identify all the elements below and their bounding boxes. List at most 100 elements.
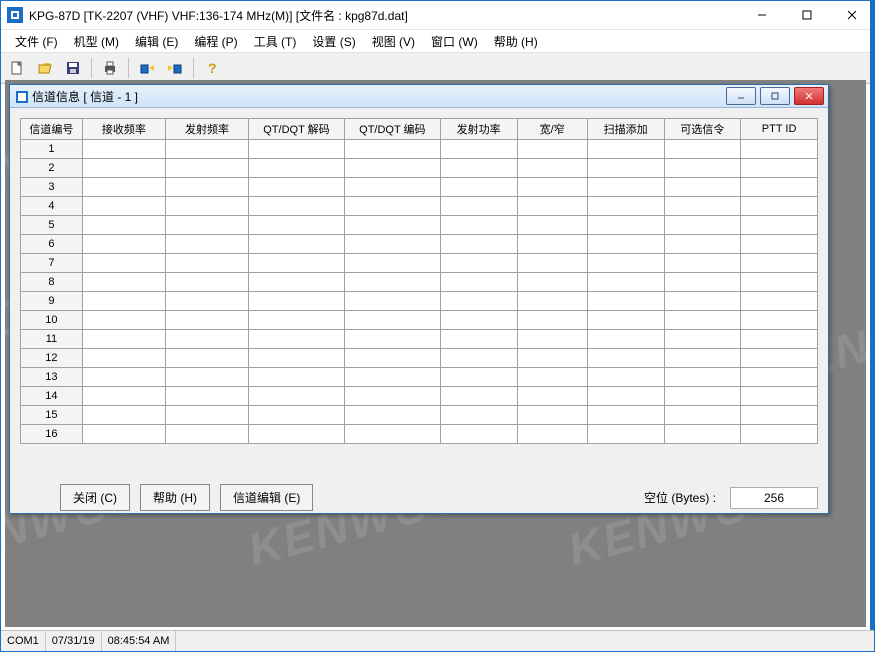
data-cell[interactable]: [249, 159, 345, 178]
data-cell[interactable]: [587, 292, 664, 311]
data-cell[interactable]: [587, 368, 664, 387]
data-cell[interactable]: [82, 425, 165, 444]
data-cell[interactable]: [249, 349, 345, 368]
data-cell[interactable]: [741, 254, 818, 273]
data-cell[interactable]: [165, 425, 248, 444]
table-row[interactable]: 14: [21, 387, 818, 406]
data-cell[interactable]: [82, 330, 165, 349]
data-cell[interactable]: [440, 140, 517, 159]
data-cell[interactable]: [165, 273, 248, 292]
data-cell[interactable]: [741, 140, 818, 159]
data-cell[interactable]: [664, 425, 741, 444]
menu-item[interactable]: 文件 (F): [7, 31, 66, 52]
data-cell[interactable]: [249, 254, 345, 273]
data-cell[interactable]: [664, 178, 741, 197]
data-cell[interactable]: [587, 425, 664, 444]
row-number-cell[interactable]: 14: [21, 387, 83, 406]
table-row[interactable]: 5: [21, 216, 818, 235]
data-cell[interactable]: [517, 197, 587, 216]
menu-item[interactable]: 工具 (T): [246, 31, 305, 52]
row-number-cell[interactable]: 7: [21, 254, 83, 273]
data-cell[interactable]: [741, 311, 818, 330]
row-number-cell[interactable]: 10: [21, 311, 83, 330]
data-cell[interactable]: [82, 216, 165, 235]
data-cell[interactable]: [165, 406, 248, 425]
data-cell[interactable]: [664, 197, 741, 216]
help-button[interactable]: 帮助 (H): [140, 484, 210, 511]
data-cell[interactable]: [587, 159, 664, 178]
data-cell[interactable]: [440, 254, 517, 273]
menu-item[interactable]: 机型 (M): [66, 31, 127, 52]
menu-item[interactable]: 设置 (S): [304, 31, 363, 52]
column-header[interactable]: QT/DQT 解码: [249, 119, 345, 140]
data-cell[interactable]: [664, 273, 741, 292]
data-cell[interactable]: [587, 216, 664, 235]
menu-item[interactable]: 帮助 (H): [486, 31, 546, 52]
data-cell[interactable]: [344, 368, 440, 387]
table-row[interactable]: 15: [21, 406, 818, 425]
row-number-cell[interactable]: 12: [21, 349, 83, 368]
row-number-cell[interactable]: 4: [21, 197, 83, 216]
data-cell[interactable]: [741, 368, 818, 387]
column-header[interactable]: 可选信令: [664, 119, 741, 140]
data-cell[interactable]: [82, 159, 165, 178]
data-cell[interactable]: [344, 387, 440, 406]
data-cell[interactable]: [517, 311, 587, 330]
data-cell[interactable]: [165, 140, 248, 159]
data-cell[interactable]: [517, 235, 587, 254]
radio-write-icon[interactable]: [163, 56, 187, 80]
data-cell[interactable]: [517, 216, 587, 235]
column-header[interactable]: 接收频率: [82, 119, 165, 140]
data-cell[interactable]: [249, 216, 345, 235]
row-number-cell[interactable]: 1: [21, 140, 83, 159]
data-cell[interactable]: [82, 387, 165, 406]
column-header[interactable]: 发射功率: [440, 119, 517, 140]
data-cell[interactable]: [344, 406, 440, 425]
data-cell[interactable]: [165, 178, 248, 197]
print-icon[interactable]: [98, 56, 122, 80]
table-row[interactable]: 4: [21, 197, 818, 216]
data-cell[interactable]: [741, 425, 818, 444]
close-button[interactable]: 关闭 (C): [60, 484, 130, 511]
data-cell[interactable]: [741, 292, 818, 311]
data-cell[interactable]: [249, 330, 345, 349]
data-cell[interactable]: [664, 216, 741, 235]
row-number-cell[interactable]: 11: [21, 330, 83, 349]
table-row[interactable]: 16: [21, 425, 818, 444]
data-cell[interactable]: [741, 330, 818, 349]
data-cell[interactable]: [344, 235, 440, 254]
data-cell[interactable]: [741, 178, 818, 197]
data-cell[interactable]: [440, 273, 517, 292]
data-cell[interactable]: [82, 197, 165, 216]
save-file-icon[interactable]: [61, 56, 85, 80]
data-cell[interactable]: [517, 406, 587, 425]
menu-item[interactable]: 编程 (P): [186, 31, 245, 52]
data-cell[interactable]: [249, 235, 345, 254]
table-row[interactable]: 2: [21, 159, 818, 178]
child-close-button[interactable]: [794, 87, 824, 105]
menu-item[interactable]: 视图 (V): [364, 31, 423, 52]
data-cell[interactable]: [664, 349, 741, 368]
child-maximize-button[interactable]: [760, 87, 790, 105]
data-cell[interactable]: [741, 216, 818, 235]
close-button[interactable]: [829, 1, 874, 29]
data-cell[interactable]: [664, 292, 741, 311]
minimize-button[interactable]: [739, 1, 784, 29]
data-cell[interactable]: [587, 406, 664, 425]
data-cell[interactable]: [82, 235, 165, 254]
data-cell[interactable]: [517, 273, 587, 292]
data-cell[interactable]: [249, 273, 345, 292]
table-row[interactable]: 7: [21, 254, 818, 273]
column-header[interactable]: QT/DQT 编码: [344, 119, 440, 140]
table-row[interactable]: 11: [21, 330, 818, 349]
data-cell[interactable]: [440, 330, 517, 349]
column-header[interactable]: 宽/窄: [517, 119, 587, 140]
data-cell[interactable]: [664, 159, 741, 178]
data-cell[interactable]: [249, 387, 345, 406]
data-cell[interactable]: [440, 159, 517, 178]
row-number-cell[interactable]: 13: [21, 368, 83, 387]
data-cell[interactable]: [249, 197, 345, 216]
data-cell[interactable]: [249, 425, 345, 444]
data-cell[interactable]: [344, 425, 440, 444]
row-number-cell[interactable]: 15: [21, 406, 83, 425]
